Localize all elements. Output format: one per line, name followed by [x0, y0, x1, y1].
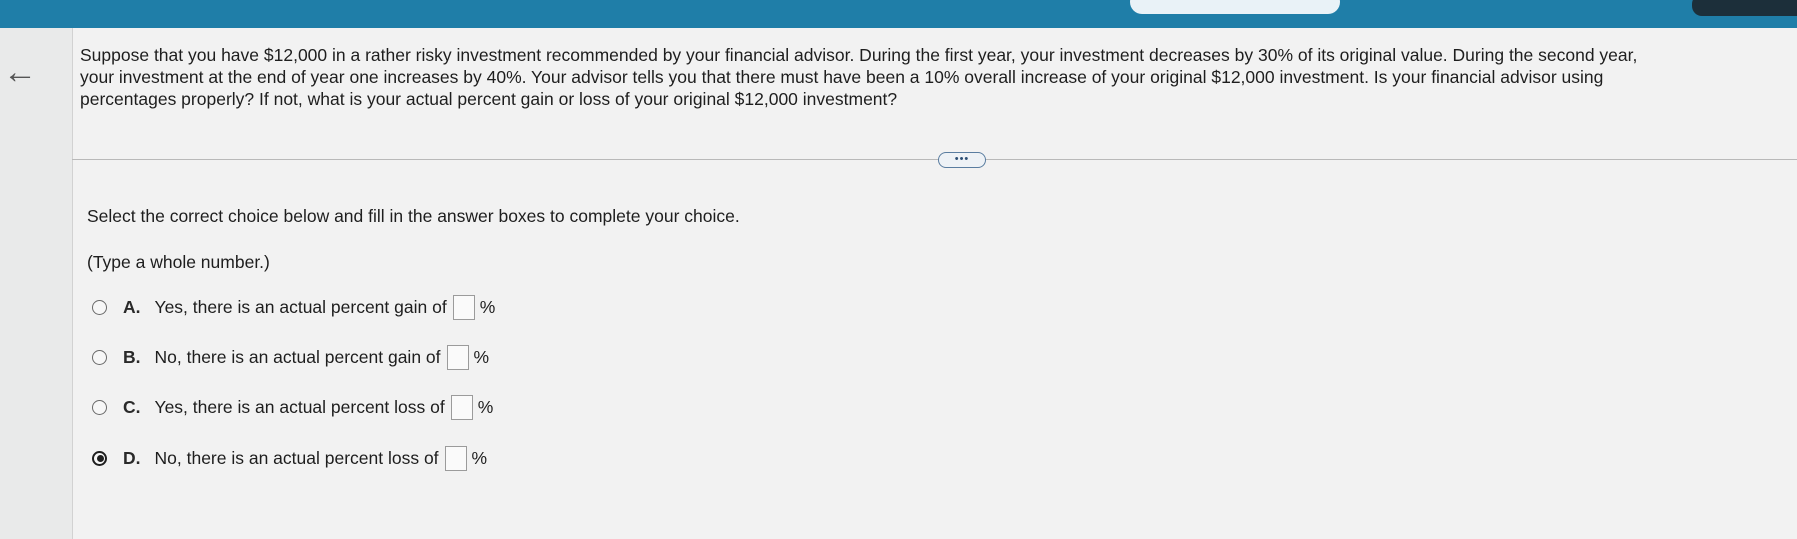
top-header-bar — [0, 0, 1797, 28]
choice-b-answer-input[interactable] — [446, 344, 469, 370]
choice-c-unit: % — [477, 396, 494, 417]
radio-d-selected[interactable] — [92, 450, 107, 466]
choice-a-unit: % — [479, 296, 496, 317]
choice-b-unit: % — [473, 346, 490, 367]
section-divider — [72, 159, 1797, 160]
question-line-1: Suppose that you have $12,000 in a rathe… — [80, 45, 1638, 65]
choice-a-text: Yes, there is an actual percent gain of — [154, 296, 447, 317]
choice-d-answer-input[interactable] — [444, 445, 467, 471]
choice-c-answer-input[interactable] — [450, 394, 473, 420]
choice-a-answer-input[interactable] — [452, 294, 475, 320]
choice-d-text: No, there is an actual percent loss of — [154, 447, 439, 468]
radio-c[interactable] — [92, 399, 107, 415]
question-line-3: percentages properly? If not, what is yo… — [80, 89, 898, 109]
choice-a[interactable]: A. Yes, there is an actual percent gain … — [92, 292, 495, 322]
radio-b[interactable] — [92, 349, 107, 365]
hint-text: (Type a whole number.) — [87, 252, 270, 272]
choice-d-unit: % — [471, 447, 488, 468]
choice-b[interactable]: B. No, there is an actual percent gain o… — [92, 342, 489, 372]
choice-c-letter: C. — [123, 396, 141, 417]
question-text: Suppose that you have $12,000 in a rathe… — [80, 44, 1780, 110]
more-options-button[interactable]: ••• — [938, 152, 986, 168]
choice-d-letter: D. — [123, 447, 141, 468]
header-action-button[interactable] — [1692, 0, 1797, 16]
question-line-2: your investment at the end of year one i… — [80, 67, 1604, 87]
choice-b-text: No, there is an actual percent gain of — [154, 346, 441, 367]
back-arrow-icon[interactable]: ← — [0, 52, 40, 92]
choice-a-letter: A. — [123, 296, 141, 317]
radio-a[interactable] — [92, 299, 107, 315]
choice-b-letter: B. — [123, 346, 141, 367]
choice-c[interactable]: C. Yes, there is an actual percent loss … — [92, 392, 493, 422]
choice-c-text: Yes, there is an actual percent loss of — [154, 396, 445, 417]
points-indicator — [1130, 0, 1340, 14]
choice-d[interactable]: D. No, there is an actual percent loss o… — [92, 443, 487, 473]
instructions-text: Select the correct choice below and fill… — [87, 206, 740, 226]
